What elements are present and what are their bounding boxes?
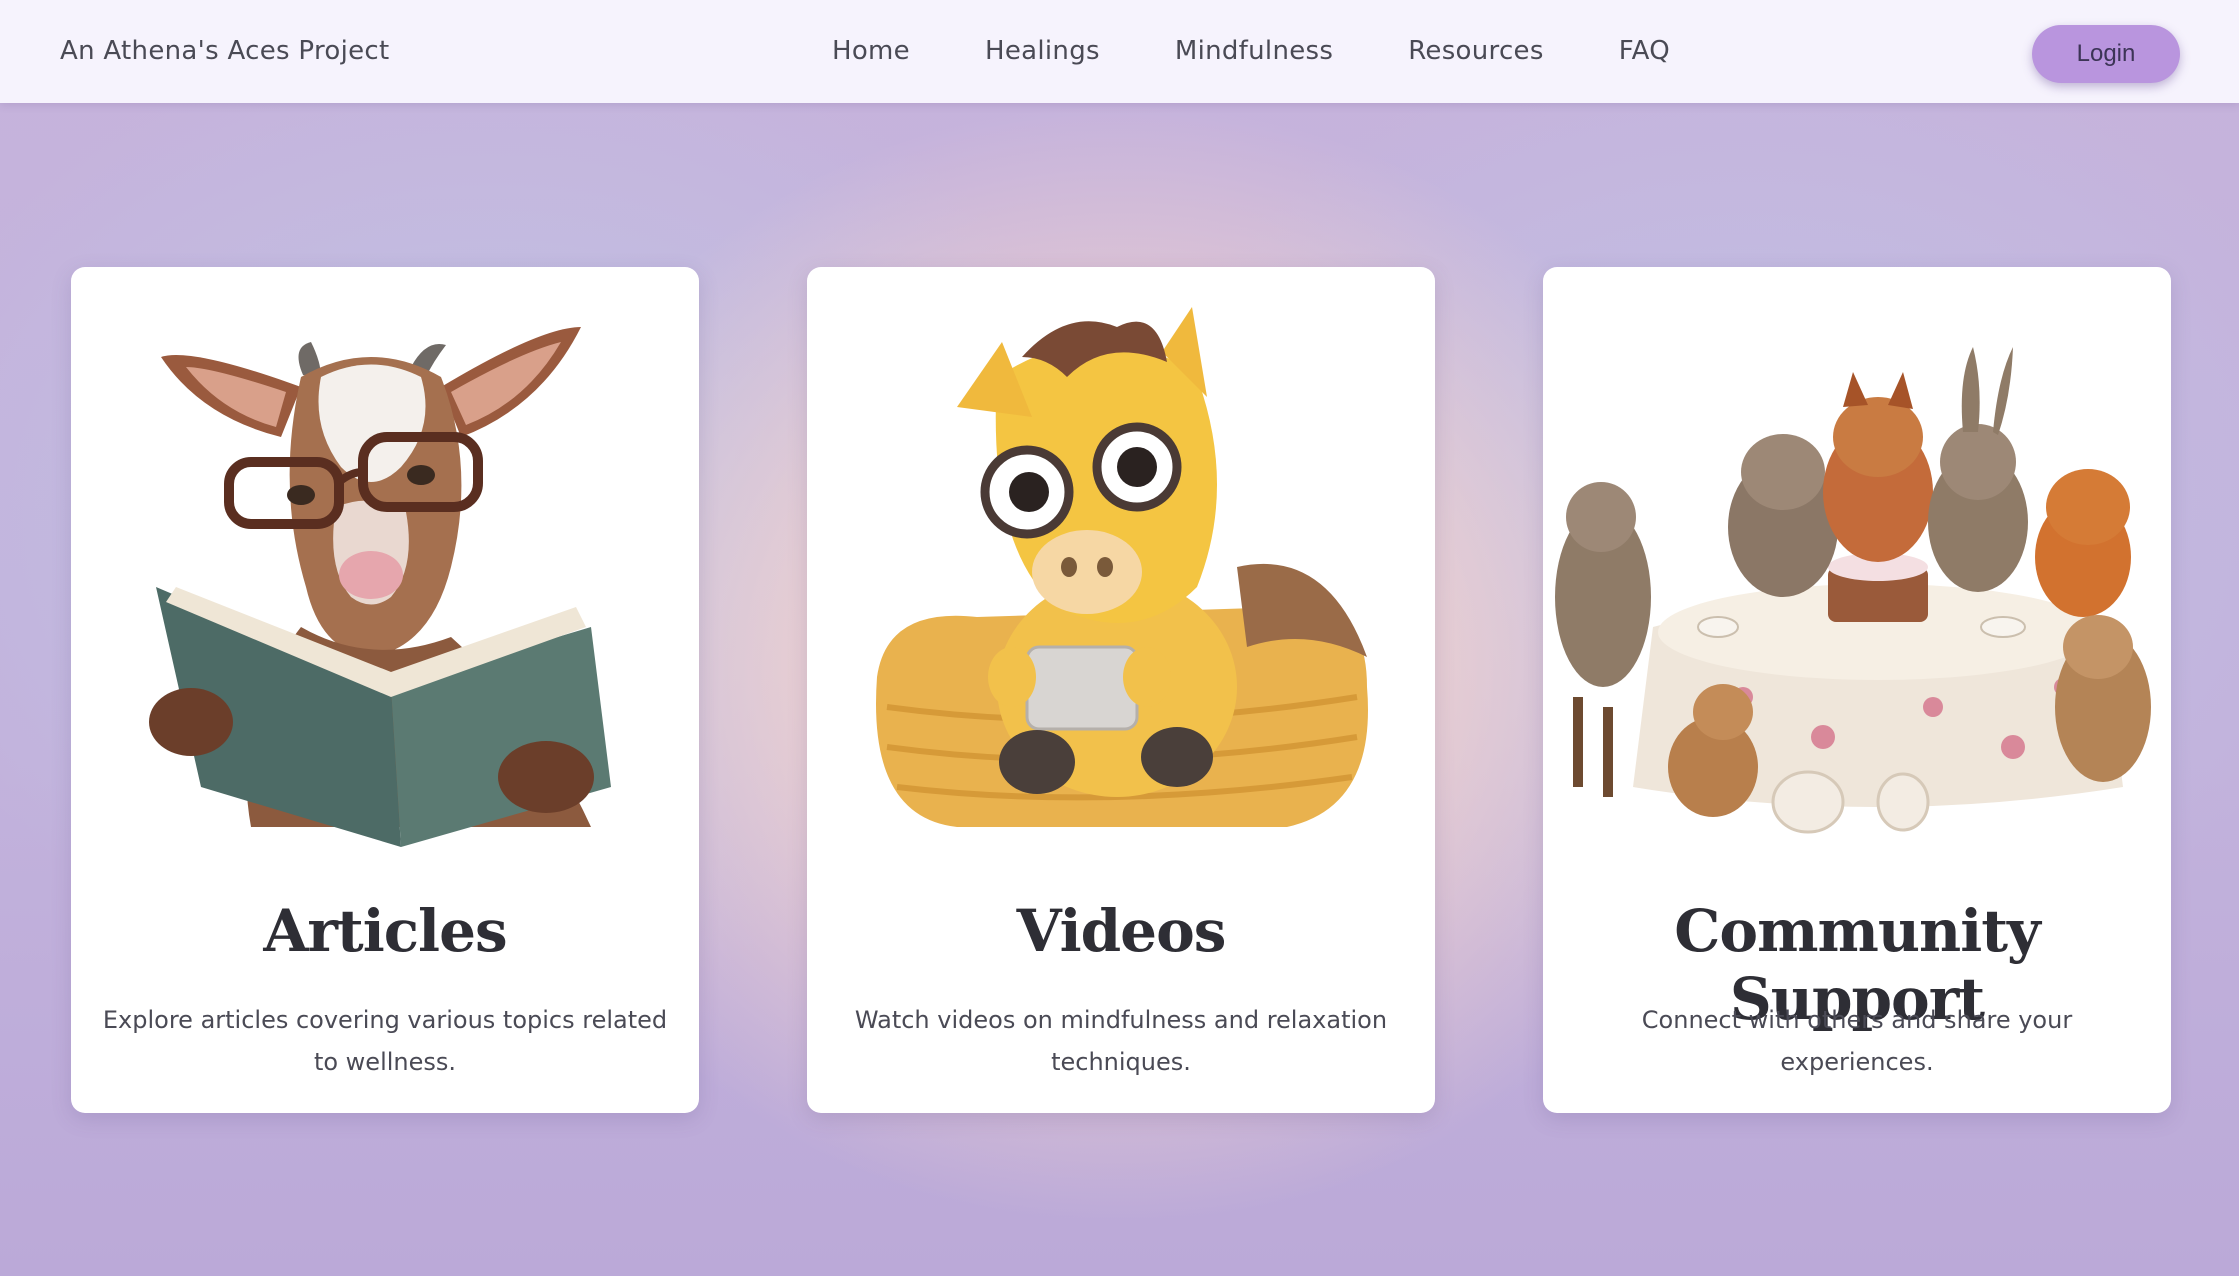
card-title: Articles (263, 897, 507, 965)
card-title: Videos (1016, 897, 1227, 965)
articles-card[interactable]: Articles Explore articles covering vario… (71, 267, 699, 1113)
nav-mindfulness[interactable]: Mindfulness (1175, 0, 1333, 103)
nav-healings[interactable]: Healings (985, 0, 1100, 103)
animal-tea-party-illustration (1555, 347, 2151, 834)
login-button[interactable]: Login (2032, 25, 2180, 83)
goat-reading-illustration (149, 327, 611, 847)
top-navigation-bar: An Athena's Aces Project Home Healings M… (0, 0, 2239, 103)
card-description: Explore articles covering various topics… (102, 1006, 668, 1076)
videos-card[interactable]: Videos Watch videos on mindfulness and r… (807, 267, 1435, 1113)
nav-resources[interactable]: Resources (1408, 0, 1543, 103)
brand-text[interactable]: An Athena's Aces Project (60, 0, 389, 103)
card-description: Connect with others and share your exper… (1641, 1006, 2073, 1076)
main-nav: Home Healings Mindfulness Resources FAQ (832, 0, 1745, 103)
community-support-card[interactable]: Community Support Connect with others an… (1543, 267, 2171, 1113)
nav-home[interactable]: Home (832, 0, 910, 103)
nav-faq[interactable]: FAQ (1619, 0, 1670, 103)
pony-with-tablet-illustration (876, 307, 1368, 827)
card-description: Watch videos on mindfulness and relaxati… (854, 1006, 1388, 1076)
